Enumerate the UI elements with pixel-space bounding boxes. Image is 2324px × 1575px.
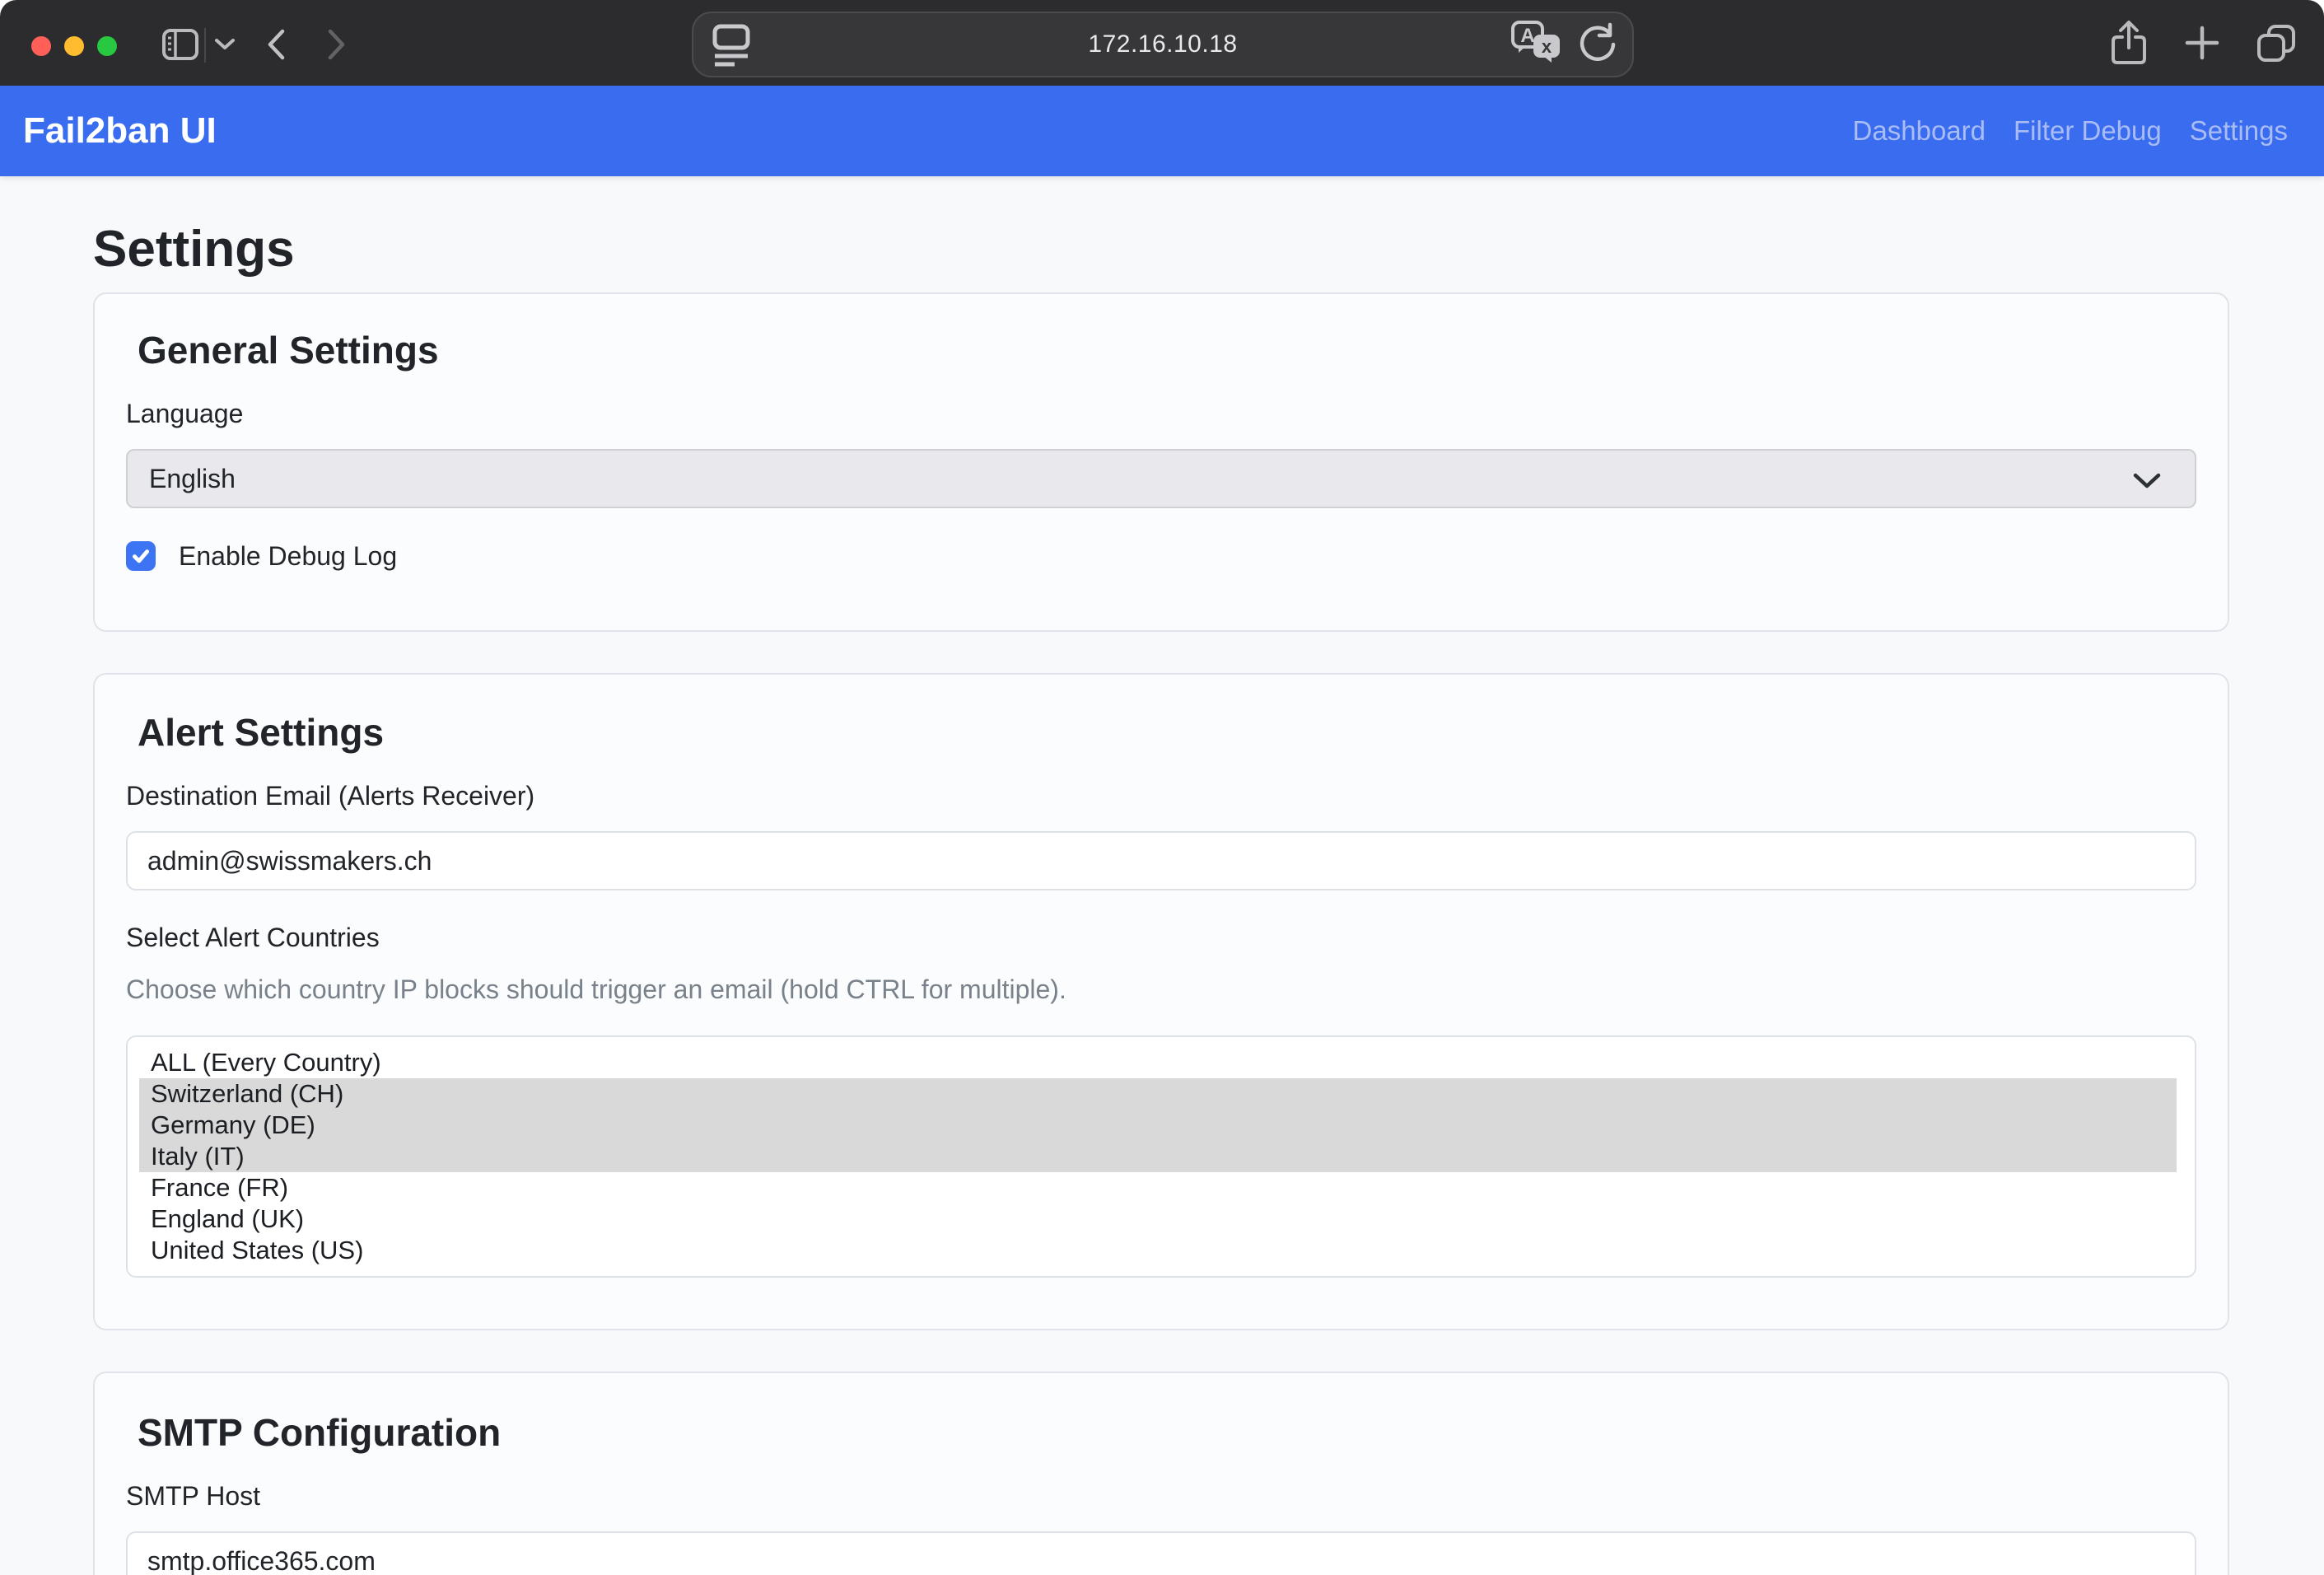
debug-log-row: Enable Debug Log	[126, 540, 2196, 573]
nav-links: Dashboard Filter Debug Settings	[1853, 115, 2288, 147]
destination-email-input[interactable]	[126, 831, 2196, 890]
general-settings-heading: General Settings	[138, 329, 2196, 372]
debug-checkbox[interactable]	[126, 541, 156, 571]
nav-link-filter-debug[interactable]: Filter Debug	[2014, 115, 2162, 147]
app-navbar: Fail2ban UI Dashboard Filter Debug Setti…	[0, 86, 2324, 176]
country-option-all[interactable]: ALL (Every Country)	[139, 1047, 2177, 1078]
new-tab-icon[interactable]	[2184, 25, 2220, 61]
country-option-switzerland[interactable]: Switzerland (CH)	[139, 1078, 2177, 1110]
smtp-configuration-heading: SMTP Configuration	[138, 1411, 2196, 1454]
check-icon	[130, 545, 152, 567]
general-settings-card: General Settings Language English Enable…	[93, 292, 2229, 632]
smtp-configuration-card: SMTP Configuration SMTP Host	[93, 1372, 2229, 1575]
smtp-host-input[interactable]	[126, 1531, 2196, 1575]
country-option-england[interactable]: England (UK)	[139, 1203, 2177, 1235]
back-icon[interactable]	[265, 28, 287, 61]
svg-text:A: A	[1520, 25, 1534, 47]
sidebar-toggle-icon[interactable]	[161, 28, 199, 61]
country-option-italy[interactable]: Italy (IT)	[139, 1141, 2177, 1172]
chevron-down-icon	[2132, 472, 2162, 494]
reload-icon[interactable]	[1576, 22, 1617, 68]
country-option-france[interactable]: France (FR)	[139, 1172, 2177, 1203]
country-option-germany[interactable]: Germany (DE)	[139, 1110, 2177, 1141]
destination-email-label: Destination Email (Alerts Receiver)	[126, 782, 2196, 810]
nav-link-settings[interactable]: Settings	[2190, 115, 2288, 147]
translate-icon[interactable]: A x	[1510, 20, 1561, 70]
forward-icon[interactable]	[326, 28, 348, 61]
address-bar[interactable]: 172.16.10.18 A x	[692, 12, 1634, 77]
url-text: 172.16.10.18	[693, 30, 1632, 58]
alert-settings-card: Alert Settings Destination Email (Alerts…	[93, 673, 2229, 1330]
toolbar-divider	[204, 28, 206, 63]
zoom-window-button[interactable]	[97, 36, 117, 56]
debug-checkbox-label[interactable]: Enable Debug Log	[179, 541, 397, 572]
chevron-down-icon[interactable]	[214, 38, 236, 51]
close-window-button[interactable]	[31, 36, 51, 56]
language-label: Language	[126, 400, 2196, 428]
smtp-host-label: SMTP Host	[126, 1482, 2196, 1510]
alert-countries-label: Select Alert Countries	[126, 923, 2196, 951]
minimize-window-button[interactable]	[64, 36, 84, 56]
language-select[interactable]: English	[126, 449, 2196, 508]
alert-countries-hint: Choose which country IP blocks should tr…	[126, 974, 2196, 1004]
traffic-lights	[31, 36, 117, 56]
nav-link-dashboard[interactable]: Dashboard	[1853, 115, 1986, 147]
language-selected-value: English	[149, 464, 236, 494]
share-icon[interactable]	[2108, 19, 2149, 67]
browser-window: 172.16.10.18 A x	[0, 0, 2324, 1575]
page-title: Settings	[93, 224, 2229, 275]
tab-overview-icon[interactable]	[2255, 21, 2298, 64]
page-content: Settings General Settings Language Engli…	[0, 224, 2324, 1575]
alert-settings-heading: Alert Settings	[138, 711, 2196, 754]
browser-chrome: 172.16.10.18 A x	[0, 0, 2324, 86]
brand-link[interactable]: Fail2ban UI	[23, 110, 217, 152]
svg-text:x: x	[1542, 36, 1552, 57]
country-option-united-states[interactable]: United States (US)	[139, 1235, 2177, 1266]
alert-countries-multiselect[interactable]: ALL (Every Country) Switzerland (CH) Ger…	[126, 1035, 2196, 1278]
